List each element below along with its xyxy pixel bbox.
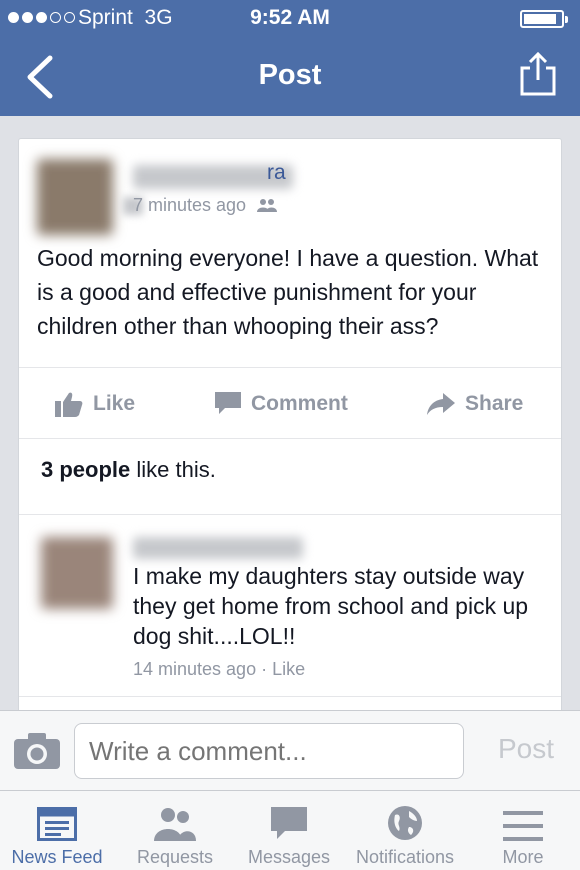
share-arrow-icon — [427, 393, 455, 415]
like-summary[interactable]: 3 people like this. — [19, 439, 561, 515]
tab-notifications[interactable]: Notifications — [346, 791, 464, 870]
tab-messages[interactable]: Messages — [236, 791, 342, 870]
post-actions: Like Comment Share — [19, 367, 561, 439]
like-button[interactable]: Like — [55, 368, 135, 440]
author-avatar[interactable] — [37, 159, 113, 235]
news-feed-icon — [37, 807, 77, 841]
menu-icon — [503, 811, 543, 841]
page-title: Post — [258, 59, 322, 91]
messages-icon — [271, 807, 307, 839]
share-out-icon[interactable] — [518, 50, 558, 98]
comment-composer: Post — [0, 710, 580, 790]
friends-audience-icon — [257, 199, 278, 212]
author-name-visible[interactable]: ra — [267, 161, 286, 185]
tab-bar: News Feed Requests Messages Notification… — [0, 790, 580, 870]
share-button[interactable]: Share — [427, 368, 523, 440]
comment-text: I make my daughters stay outside way the… — [133, 563, 529, 649]
post-comment-button[interactable]: Post — [498, 733, 554, 765]
tab-news-feed[interactable]: News Feed — [0, 791, 114, 870]
comment-bubble-icon — [215, 392, 241, 414]
meta-separator: · — [256, 659, 273, 679]
friend-requests-icon — [154, 808, 196, 841]
clock: 9:52 AM — [250, 6, 330, 29]
comment-like-link[interactable]: Like — [272, 659, 305, 679]
tab-more[interactable]: More — [466, 791, 580, 870]
globe-icon — [388, 806, 422, 840]
commenter-name-redacted[interactable] — [133, 537, 303, 559]
tab-requests[interactable]: Requests — [118, 791, 232, 870]
comment-timestamp: 14 minutes ago — [133, 659, 257, 679]
comment-meta: 14 minutes ago · Like — [133, 659, 305, 680]
post-header: ra 7 minutes ago — [19, 139, 561, 237]
commenter-avatar[interactable] — [41, 537, 113, 609]
thumbs-up-icon — [55, 392, 83, 417]
comment-item: I make my daughters stay outside way the… — [19, 515, 561, 697]
comment-button[interactable]: Comment — [215, 368, 348, 440]
camera-icon[interactable] — [14, 733, 60, 769]
comment-input[interactable] — [74, 723, 464, 779]
status-bar: Sprint 3G 9:52 AM — [0, 0, 580, 36]
post-body: Good morning everyone! I have a question… — [37, 245, 539, 339]
top-bar: Sprint 3G 9:52 AM Post — [0, 0, 580, 116]
post-card: ra 7 minutes ago Good morning everyone! … — [18, 138, 562, 722]
battery-icon — [520, 10, 568, 28]
post-timestamp[interactable]: 7 minutes ago — [133, 195, 278, 216]
